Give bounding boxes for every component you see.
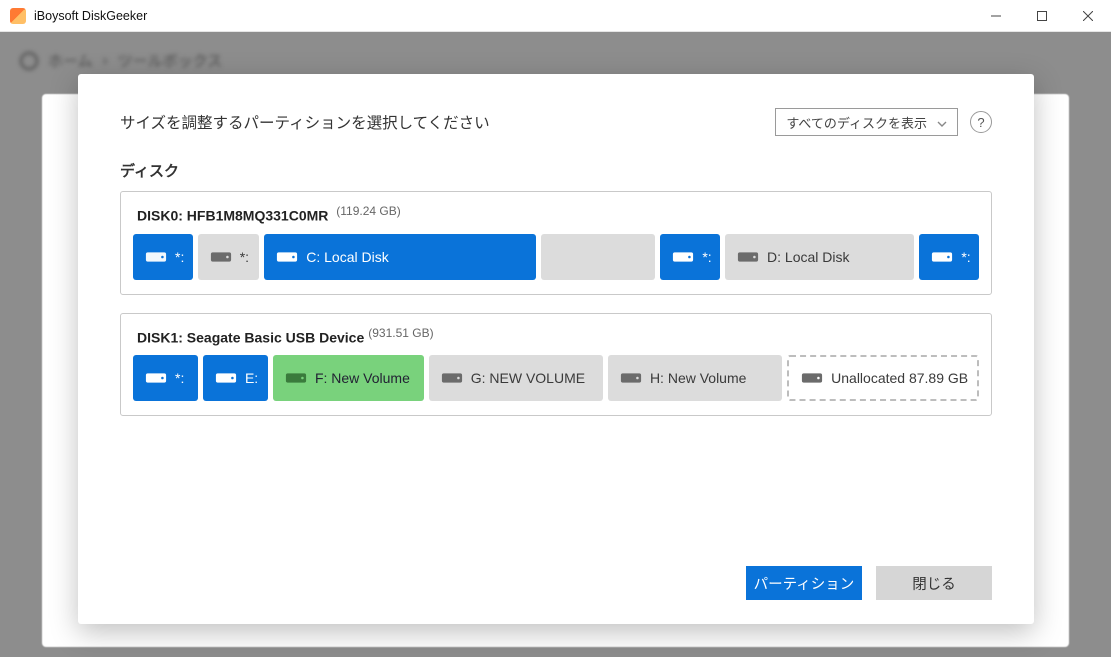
window-titlebar: iBoysoft DiskGeeker	[0, 0, 1111, 32]
chevron-down-icon	[937, 115, 947, 130]
partition-row: *: *: C: Local Disk *: D: Local Disk *:	[133, 234, 979, 280]
disk-icon	[285, 370, 307, 386]
partition[interactable]: *:	[660, 234, 720, 280]
partition-selected[interactable]: F: New Volume	[273, 355, 424, 401]
disk-icon	[145, 249, 167, 265]
disks-section-label: ディスク	[120, 160, 992, 181]
disk-header: DISK1: Seagate Basic USB Device(931.51 G…	[137, 326, 979, 346]
disk-capacity: (119.24 GB)	[336, 204, 400, 218]
disk-icon	[441, 370, 463, 386]
disk-icon	[801, 370, 823, 386]
disk-header: DISK0: HFB1M8MQ331C0MR (119.24 GB)	[137, 204, 979, 224]
partition-button[interactable]: パーティション	[746, 566, 862, 600]
disk-icon	[620, 370, 642, 386]
disk-icon	[672, 249, 694, 265]
help-icon: ?	[977, 115, 984, 130]
breadcrumb-sep: ›	[103, 52, 108, 69]
partition[interactable]: *:	[198, 234, 260, 280]
partition[interactable]: E:	[203, 355, 268, 401]
close-dialog-button[interactable]: 閉じる	[876, 566, 992, 600]
partition[interactable]: D: Local Disk	[725, 234, 914, 280]
partition-unallocated[interactable]: Unallocated 87.89 GB	[787, 355, 979, 401]
breadcrumb: ホーム › ツールボックス	[20, 50, 222, 71]
help-button[interactable]: ?	[970, 111, 992, 133]
disk-icon	[210, 249, 232, 265]
minimize-button[interactable]	[973, 0, 1019, 32]
dialog-title: サイズを調整するパーティションを選択してください	[120, 111, 775, 133]
resize-partition-dialog: サイズを調整するパーティションを選択してください すべてのディスクを表示 ? デ…	[78, 74, 1034, 624]
window-title: iBoysoft DiskGeeker	[34, 9, 147, 23]
disk-card: DISK0: HFB1M8MQ331C0MR (119.24 GB) *: *:…	[120, 191, 992, 295]
partition-row: *: E: F: New Volume G: NEW VOLUME H: New…	[133, 355, 979, 401]
disk-capacity: (931.51 GB)	[368, 326, 433, 340]
partition[interactable]: C: Local Disk	[264, 234, 536, 280]
partition[interactable]: *:	[133, 234, 193, 280]
home-icon	[20, 52, 38, 70]
disk-filter-label: すべてのディスクを表示	[786, 113, 927, 132]
partition-empty[interactable]	[541, 234, 655, 280]
partition[interactable]: *:	[919, 234, 979, 280]
disk-icon	[145, 370, 167, 386]
disk-icon	[737, 249, 759, 265]
disk-icon	[215, 370, 237, 386]
disk-filter-select[interactable]: すべてのディスクを表示	[775, 108, 958, 136]
partition[interactable]: H: New Volume	[608, 355, 782, 401]
breadcrumb-home: ホーム	[48, 50, 93, 71]
close-button[interactable]	[1065, 0, 1111, 32]
breadcrumb-tool: ツールボックス	[118, 50, 223, 71]
partition[interactable]: G: NEW VOLUME	[429, 355, 603, 401]
disk-card: DISK1: Seagate Basic USB Device(931.51 G…	[120, 313, 992, 417]
maximize-button[interactable]	[1019, 0, 1065, 32]
disk-icon	[276, 249, 298, 265]
partition[interactable]: *:	[133, 355, 198, 401]
app-icon	[10, 8, 26, 24]
disk-icon	[931, 249, 953, 265]
